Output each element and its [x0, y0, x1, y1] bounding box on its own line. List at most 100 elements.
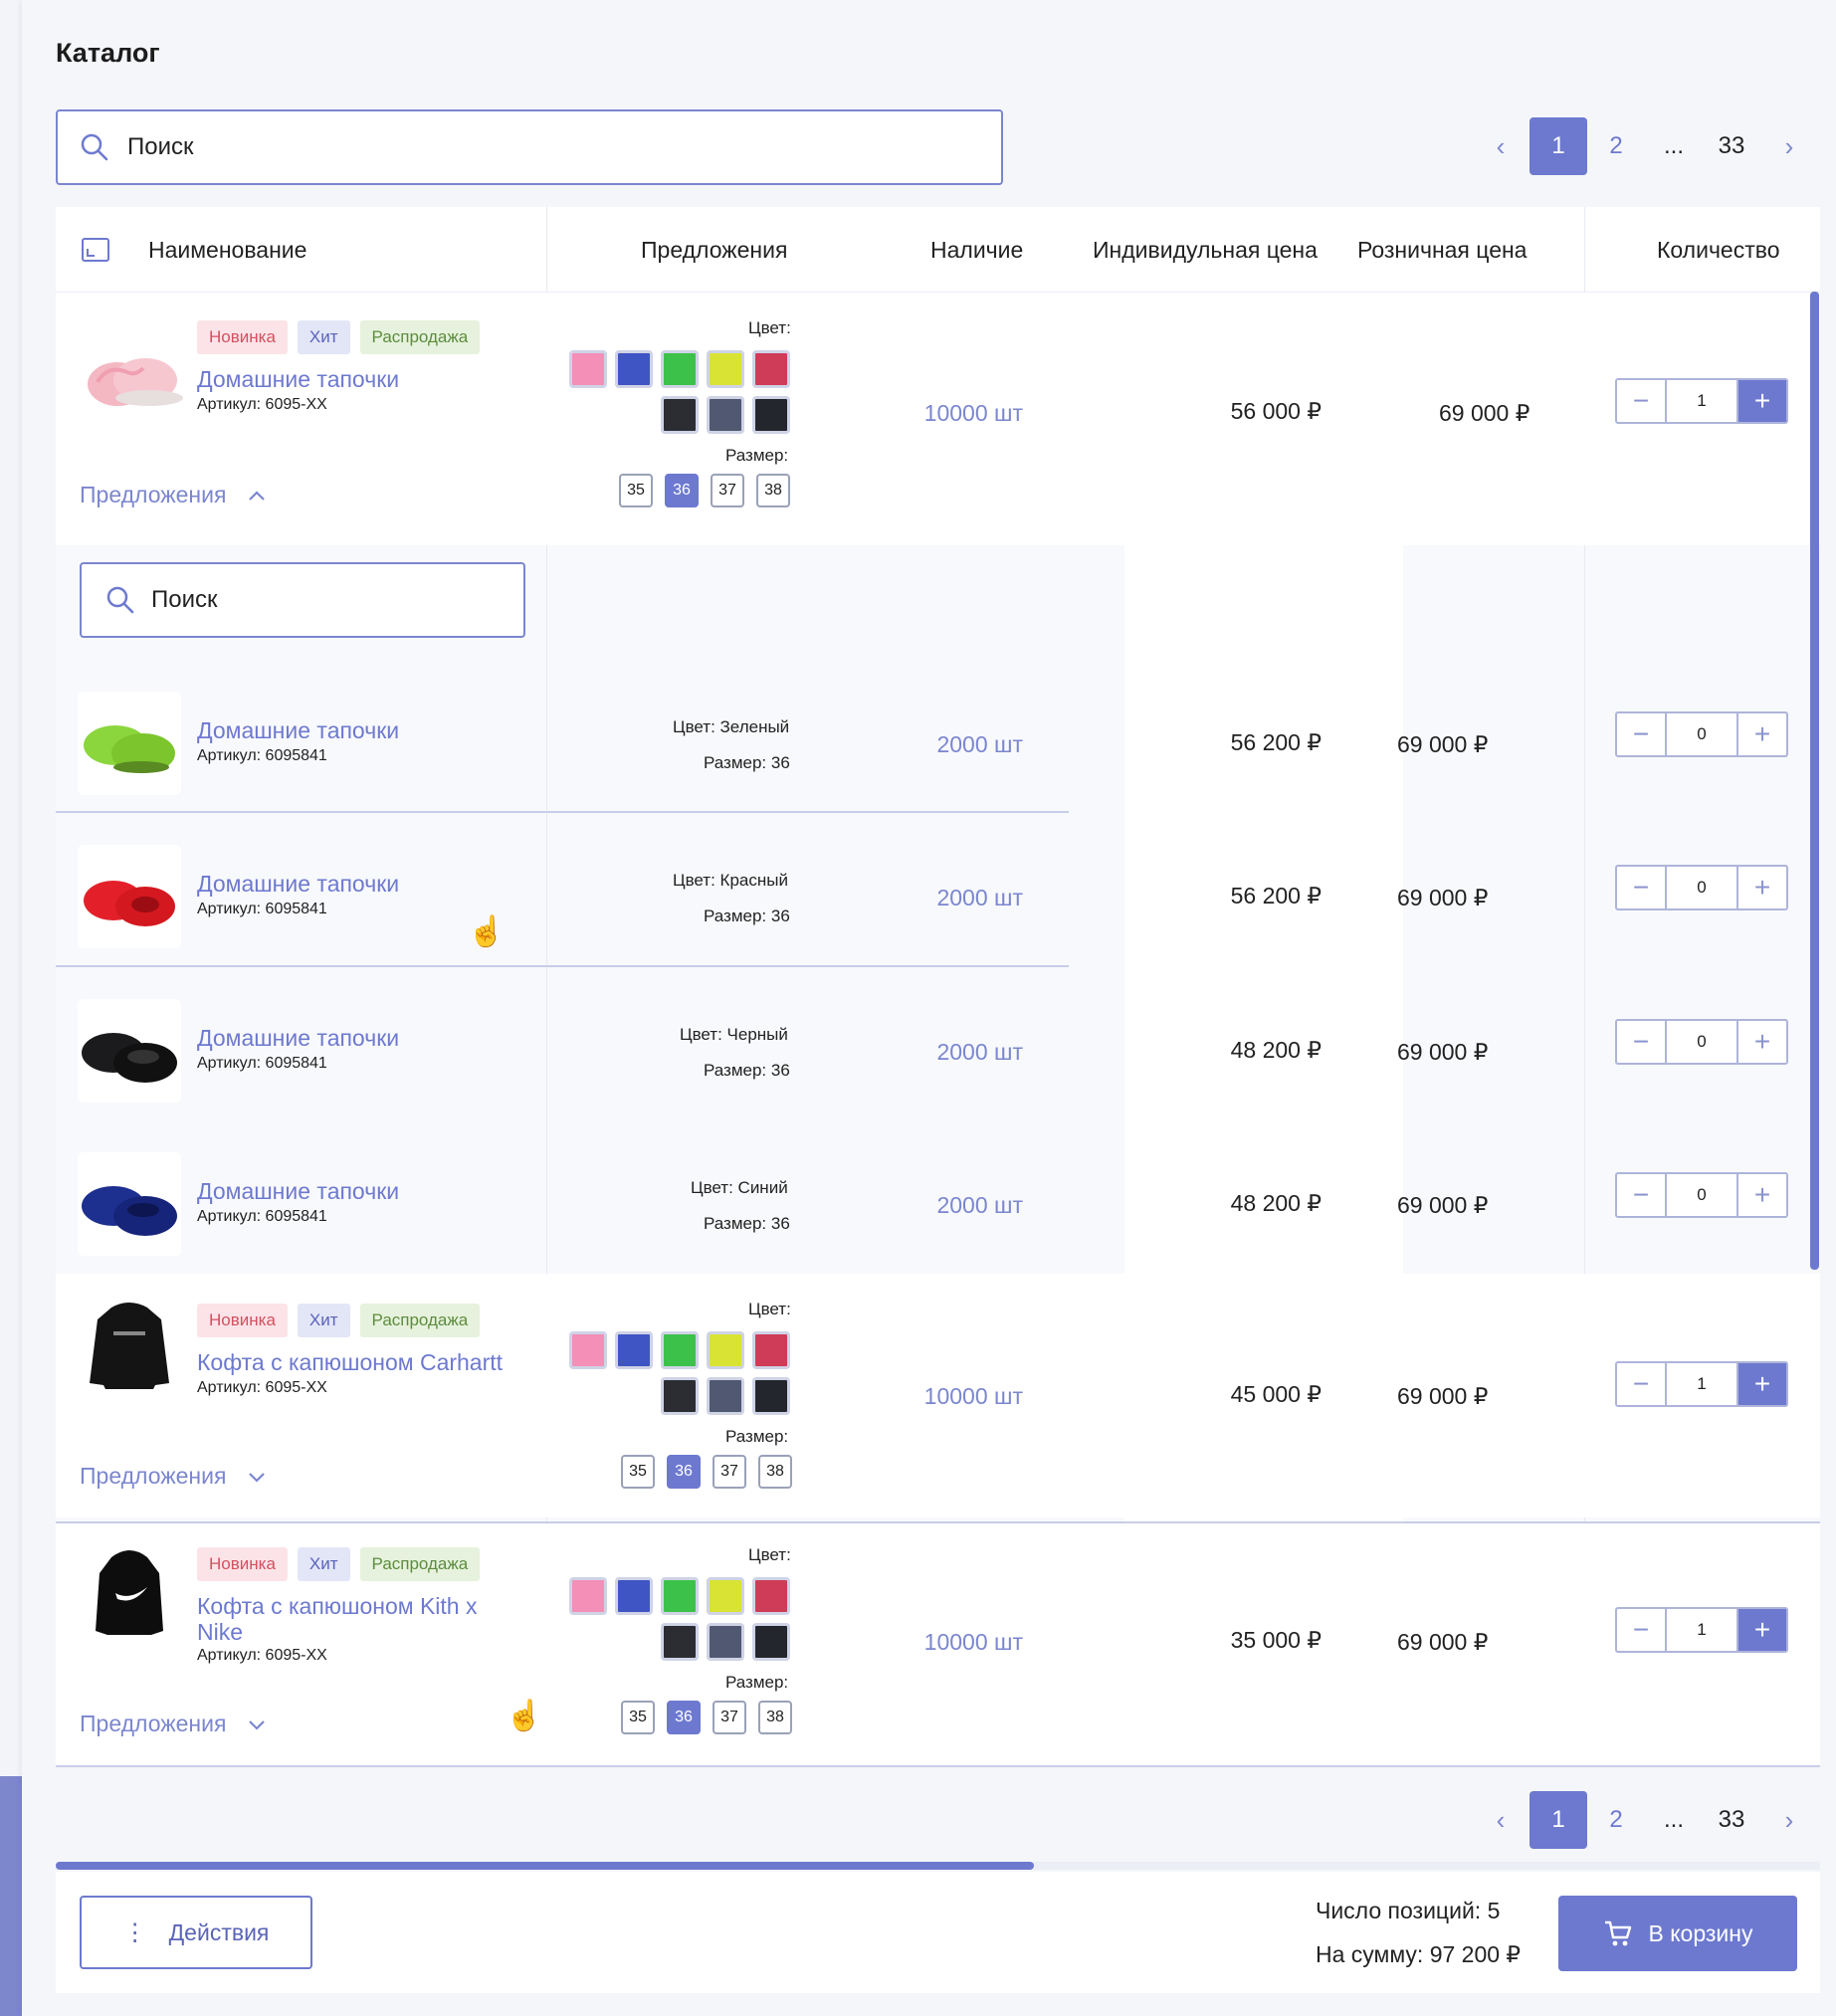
- color-swatch-yellow[interactable]: [707, 350, 744, 388]
- color-swatch-green[interactable]: [661, 1331, 699, 1369]
- search-input[interactable]: [127, 133, 883, 161]
- offer-name-link[interactable]: Домашние тапочки: [197, 871, 399, 898]
- size-37-button[interactable]: 37: [713, 1701, 746, 1734]
- offers-search-box[interactable]: [80, 562, 525, 638]
- tag-new: Новинка: [197, 1547, 288, 1581]
- color-swatch-gray[interactable]: [707, 1377, 744, 1415]
- decrement-button[interactable]: −: [1617, 1363, 1665, 1405]
- offer-name-link[interactable]: Домашние тапочки: [197, 717, 399, 744]
- column-name-header[interactable]: Наименование: [148, 237, 306, 264]
- decrement-button[interactable]: −: [1617, 1021, 1665, 1063]
- add-to-cart-button[interactable]: В корзину: [1558, 1896, 1797, 1971]
- size-36-button[interactable]: 36: [667, 1701, 701, 1734]
- hand-cursor-icon: ☝: [506, 1700, 543, 1732]
- quantity-value[interactable]: 0: [1665, 1174, 1738, 1216]
- color-swatch-blue[interactable]: [615, 350, 653, 388]
- quantity-value[interactable]: 0: [1665, 867, 1738, 908]
- page-1-button[interactable]: 1: [1530, 117, 1587, 175]
- color-swatch-pink[interactable]: [569, 1577, 607, 1615]
- page-33-button[interactable]: 33: [1703, 117, 1760, 175]
- size-38-button[interactable]: 38: [758, 1455, 792, 1489]
- color-swatch-dark[interactable]: [752, 1623, 790, 1661]
- color-swatch-red[interactable]: [752, 1577, 790, 1615]
- chevron-left-icon[interactable]: ‹: [1472, 1791, 1530, 1849]
- increment-button[interactable]: +: [1738, 1174, 1786, 1216]
- color-swatch-gray[interactable]: [707, 1623, 744, 1661]
- offer-name-link[interactable]: Домашние тапочки: [197, 1025, 399, 1052]
- page-2-button[interactable]: 2: [1587, 117, 1645, 175]
- chevron-left-icon[interactable]: ‹: [1472, 117, 1530, 175]
- quantity-value[interactable]: 1: [1665, 1609, 1738, 1651]
- increment-button[interactable]: +: [1738, 713, 1786, 755]
- increment-button[interactable]: +: [1738, 380, 1786, 422]
- size-35-button[interactable]: 35: [619, 474, 653, 507]
- increment-button[interactable]: +: [1738, 867, 1786, 908]
- expand-icon[interactable]: [82, 238, 109, 262]
- column-retail-price-header[interactable]: Розничная цена: [1357, 237, 1527, 264]
- color-swatch-blue[interactable]: [615, 1331, 653, 1369]
- quantity-value[interactable]: 0: [1665, 1021, 1738, 1063]
- color-swatch-dark[interactable]: [752, 1377, 790, 1415]
- quantity-value[interactable]: 1: [1665, 380, 1738, 422]
- offers-search-input[interactable]: [151, 586, 461, 614]
- search-box[interactable]: [56, 109, 1003, 185]
- color-swatch-green[interactable]: [661, 350, 699, 388]
- vertical-scrollbar[interactable]: [1810, 292, 1819, 1270]
- offer-retail-price: 69 000 ₽: [1397, 731, 1489, 757]
- size-37-button[interactable]: 37: [711, 474, 744, 507]
- offer-article: Артикул: 6095841: [197, 1208, 327, 1225]
- column-quantity-header[interactable]: Количество: [1657, 237, 1780, 264]
- product-name-link[interactable]: Кофта с капюшоном Carhartt: [197, 1349, 503, 1376]
- increment-button[interactable]: +: [1738, 1609, 1786, 1651]
- page-33-button[interactable]: 33: [1703, 1791, 1760, 1849]
- page-1-button[interactable]: 1: [1530, 1791, 1587, 1849]
- color-swatch-black[interactable]: [661, 1377, 699, 1415]
- offers-toggle[interactable]: Предложения: [80, 482, 266, 508]
- column-stock-header[interactable]: Наличие: [930, 237, 1023, 264]
- chevron-right-icon[interactable]: ›: [1760, 117, 1818, 175]
- size-36-button[interactable]: 36: [667, 1455, 701, 1489]
- decrement-button[interactable]: −: [1617, 713, 1665, 755]
- chevron-right-icon[interactable]: ›: [1760, 1791, 1818, 1849]
- color-swatch-blue[interactable]: [615, 1577, 653, 1615]
- color-swatch-yellow[interactable]: [707, 1331, 744, 1369]
- offer-name-link[interactable]: Домашние тапочки: [197, 1178, 399, 1205]
- decrement-button[interactable]: −: [1617, 1609, 1665, 1651]
- offers-toggle[interactable]: Предложения: [80, 1463, 266, 1490]
- offer-article: Артикул: 6095841: [197, 901, 327, 917]
- size-35-button[interactable]: 35: [621, 1701, 655, 1734]
- color-swatch-red[interactable]: [752, 350, 790, 388]
- color-swatch-dark[interactable]: [752, 396, 790, 434]
- quantity-value[interactable]: 1: [1665, 1363, 1738, 1405]
- quantity-value[interactable]: 0: [1665, 713, 1738, 755]
- color-swatch-black[interactable]: [661, 396, 699, 434]
- increment-button[interactable]: +: [1738, 1021, 1786, 1063]
- offers-toggle[interactable]: Предложения: [80, 1711, 266, 1737]
- product-name-link[interactable]: Домашние тапочки: [197, 366, 399, 393]
- size-35-button[interactable]: 35: [621, 1455, 655, 1489]
- total-sum: На сумму: 97 200 ₽: [1316, 1941, 1522, 1967]
- actions-button[interactable]: ⋮ Действия: [80, 1896, 312, 1969]
- column-individual-price-header[interactable]: Индивидульная цена: [1093, 237, 1318, 264]
- size-37-button[interactable]: 37: [713, 1455, 746, 1489]
- decrement-button[interactable]: −: [1617, 380, 1665, 422]
- color-swatch-pink[interactable]: [569, 350, 607, 388]
- decrement-button[interactable]: −: [1617, 867, 1665, 908]
- color-swatch-gray[interactable]: [707, 396, 744, 434]
- color-swatch-green[interactable]: [661, 1577, 699, 1615]
- size-36-button[interactable]: 36: [665, 474, 699, 507]
- increment-button[interactable]: +: [1738, 1363, 1786, 1405]
- column-offers-header[interactable]: Предложения: [641, 237, 787, 264]
- footer-bar: ⋮ Действия Число позиций: 5 На сумму: 97…: [56, 1872, 1820, 1993]
- size-38-button[interactable]: 38: [756, 474, 790, 507]
- color-swatch-pink[interactable]: [569, 1331, 607, 1369]
- decrement-button[interactable]: −: [1617, 1174, 1665, 1216]
- product-name-link[interactable]: Кофта с капюшоном Kith x Nike: [197, 1593, 525, 1645]
- color-swatch-red[interactable]: [752, 1331, 790, 1369]
- size-38-button[interactable]: 38: [758, 1701, 792, 1734]
- horizontal-scrollbar[interactable]: [56, 1862, 1034, 1870]
- page-2-button[interactable]: 2: [1587, 1791, 1645, 1849]
- color-swatch-yellow[interactable]: [707, 1577, 744, 1615]
- color-swatch-black[interactable]: [661, 1623, 699, 1661]
- cart-label: В корзину: [1648, 1919, 1753, 1946]
